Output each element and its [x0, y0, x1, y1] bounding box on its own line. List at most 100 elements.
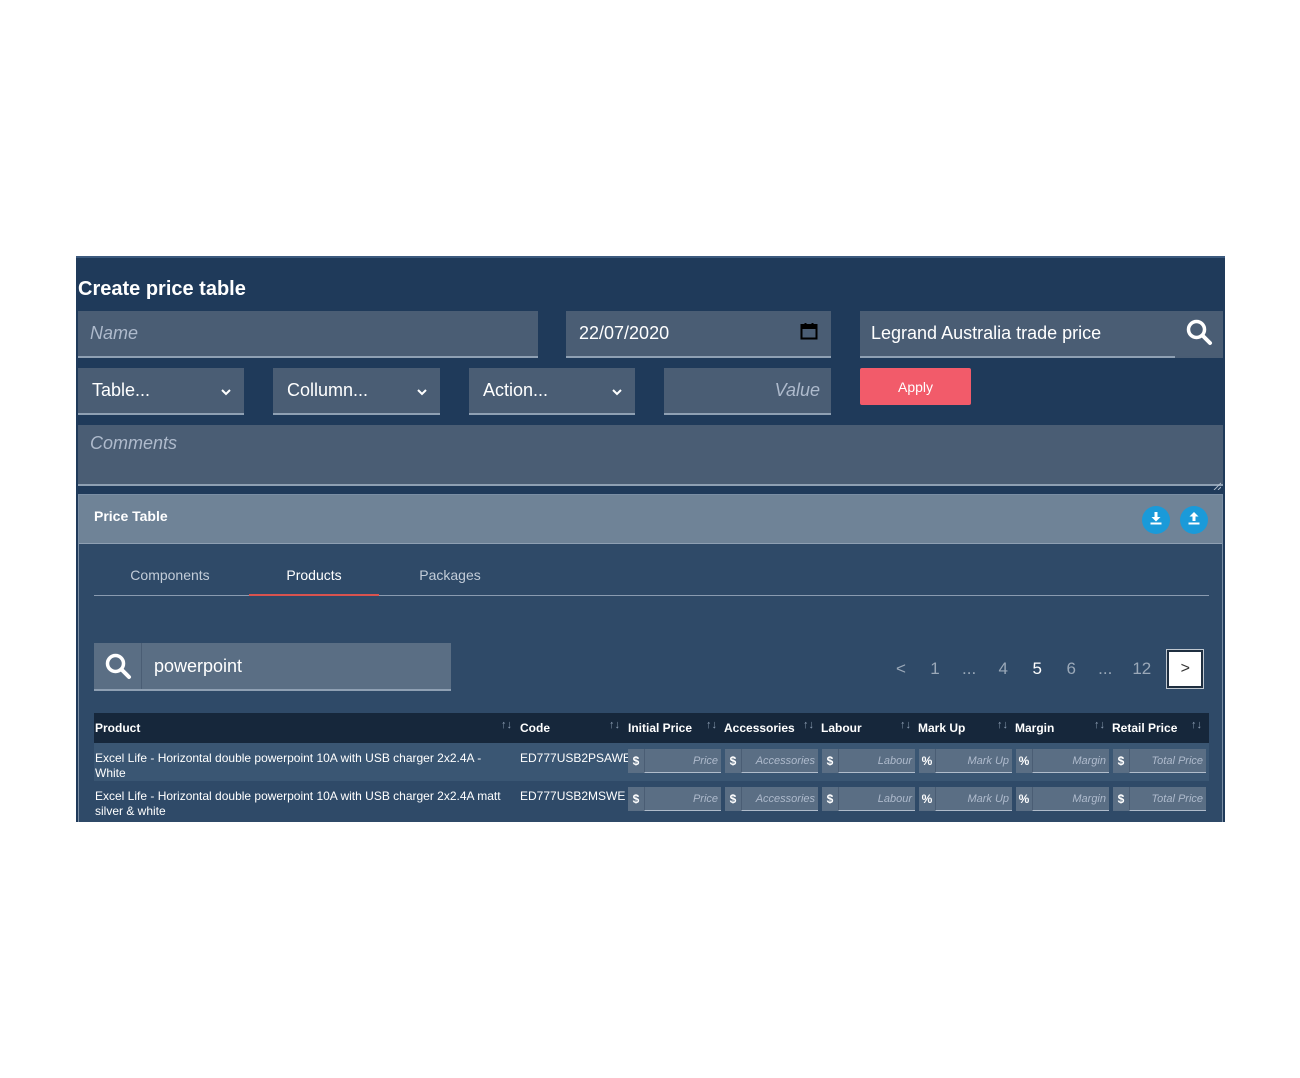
initial-price-input[interactable]: $ Price [628, 749, 721, 773]
sort-icon[interactable]: ↑↓ [706, 719, 717, 731]
pager-prev[interactable]: < [894, 659, 908, 679]
chevron-down-icon [220, 380, 232, 401]
value-input[interactable]: Value [664, 368, 831, 415]
currency-prefix: $ [822, 749, 838, 773]
date-input[interactable]: 22/07/2020 [566, 311, 831, 358]
percent-prefix: % [919, 787, 935, 811]
tab-components[interactable]: Components [105, 567, 235, 596]
initial-price-input[interactable]: $ Price [628, 787, 721, 811]
pager-page-12[interactable]: 12 [1132, 659, 1151, 679]
sort-icon[interactable]: ↑↓ [501, 719, 512, 731]
resize-handle-icon[interactable] [1213, 474, 1222, 491]
labour-placeholder: Labour [838, 787, 915, 811]
header-accessories[interactable]: Accessories [724, 721, 795, 735]
sort-icon[interactable]: ↑↓ [803, 719, 814, 731]
accessories-input[interactable]: $ Accessories [725, 787, 818, 811]
action-select[interactable]: Action... [469, 368, 635, 415]
percent-prefix: % [1016, 787, 1032, 811]
sort-icon[interactable]: ↑↓ [1191, 719, 1202, 731]
sort-icon[interactable]: ↑↓ [609, 719, 620, 731]
labour-input[interactable]: $ Labour [822, 787, 915, 811]
currency-prefix: $ [628, 749, 644, 773]
pager-next-button[interactable]: > [1167, 650, 1204, 688]
column-select[interactable]: Collumn... [273, 368, 440, 415]
table-select[interactable]: Table... [78, 368, 244, 415]
pager-page-5[interactable]: 5 [1030, 659, 1044, 679]
comments-placeholder: Comments [90, 433, 178, 453]
name-placeholder: Name [90, 323, 139, 343]
sort-icon[interactable]: ↑↓ [1094, 719, 1105, 731]
pager-page-1[interactable]: 1 [928, 659, 942, 679]
action-select-value: Action... [483, 380, 549, 400]
total-price-placeholder: Total Price [1129, 749, 1206, 773]
pager-page-4[interactable]: 4 [996, 659, 1010, 679]
apply-button[interactable]: Apply [860, 368, 971, 405]
column-select-value: Collumn... [287, 380, 369, 400]
pagination: < 1 ... 4 5 6 ... 12 > [884, 649, 1204, 689]
header-mark-up[interactable]: Mark Up [918, 721, 965, 735]
date-value: 22/07/2020 [579, 323, 670, 343]
mark-up-input[interactable]: % Mark Up [919, 787, 1012, 811]
currency-prefix: $ [628, 787, 644, 811]
percent-prefix: % [1016, 749, 1032, 773]
search-icon [104, 652, 132, 685]
sort-icon[interactable]: ↑↓ [900, 719, 911, 731]
panel-header: Price Table [79, 495, 1222, 544]
margin-input[interactable]: % Margin [1016, 749, 1109, 773]
price-list-search-button[interactable] [1175, 311, 1223, 358]
accessories-placeholder: Accessories [741, 749, 818, 773]
currency-prefix: $ [725, 749, 741, 773]
price-list-input[interactable]: Legrand Australia trade price [860, 311, 1175, 358]
upload-icon [1187, 511, 1201, 530]
header-code[interactable]: Code [520, 721, 550, 735]
pager-ellipsis: ... [1098, 659, 1113, 678]
pager-page-6[interactable]: 6 [1064, 659, 1078, 679]
price-table-panel: Price Table Components Products Packages… [78, 494, 1223, 822]
product-code: ED777USB2PSAWE [520, 751, 631, 765]
mark-up-placeholder: Mark Up [935, 787, 1012, 811]
margin-placeholder: Margin [1032, 787, 1109, 811]
value-placeholder: Value [774, 380, 820, 400]
margin-input[interactable]: % Margin [1016, 787, 1109, 811]
labour-placeholder: Labour [838, 749, 915, 773]
product-name: Excel Life - Horizontal double powerpoin… [95, 789, 501, 818]
header-retail-price[interactable]: Retail Price [1112, 721, 1177, 735]
sort-icon[interactable]: ↑↓ [997, 719, 1008, 731]
percent-prefix: % [919, 749, 935, 773]
tab-products[interactable]: Products [249, 567, 379, 596]
margin-placeholder: Margin [1032, 749, 1109, 773]
header-margin[interactable]: Margin [1015, 721, 1054, 735]
accessories-input[interactable]: $ Accessories [725, 749, 818, 773]
total-price-placeholder: Total Price [1129, 787, 1206, 811]
mark-up-placeholder: Mark Up [935, 749, 1012, 773]
price-placeholder: Price [644, 787, 721, 811]
product-code: ED777USB2MSWE [520, 789, 626, 803]
upload-button[interactable] [1180, 506, 1208, 534]
chevron-down-icon [416, 380, 428, 401]
comments-textarea[interactable]: Comments [78, 425, 1223, 491]
product-search-input[interactable]: powerpoint [141, 643, 449, 689]
retail-price-input[interactable]: $ Total Price [1113, 787, 1206, 811]
header-labour[interactable]: Labour [821, 721, 862, 735]
labour-input[interactable]: $ Labour [822, 749, 915, 773]
table-select-value: Table... [92, 380, 151, 400]
calendar-icon[interactable] [800, 322, 818, 345]
table-row: Excel Life - Horizontal double powerpoin… [94, 743, 1209, 781]
price-placeholder: Price [644, 749, 721, 773]
tab-packages[interactable]: Packages [385, 567, 515, 596]
header-initial-price[interactable]: Initial Price [628, 721, 692, 735]
retail-price-input[interactable]: $ Total Price [1113, 749, 1206, 773]
header-product[interactable]: Product [95, 721, 140, 735]
tab-bar: Components Products Packages [94, 563, 1209, 596]
price-list-value: Legrand Australia trade price [871, 323, 1102, 343]
accessories-placeholder: Accessories [741, 787, 818, 811]
page-title: Create price table [78, 278, 246, 300]
currency-prefix: $ [725, 787, 741, 811]
product-name: Excel Life - Horizontal double powerpoin… [95, 751, 482, 780]
name-input[interactable]: Name [78, 311, 538, 358]
app-window: Create price table Name 22/07/2020 Legra… [76, 256, 1225, 822]
mark-up-input[interactable]: % Mark Up [919, 749, 1012, 773]
download-button[interactable] [1142, 506, 1170, 534]
pager-ellipsis: ... [962, 659, 977, 678]
currency-prefix: $ [1113, 787, 1129, 811]
